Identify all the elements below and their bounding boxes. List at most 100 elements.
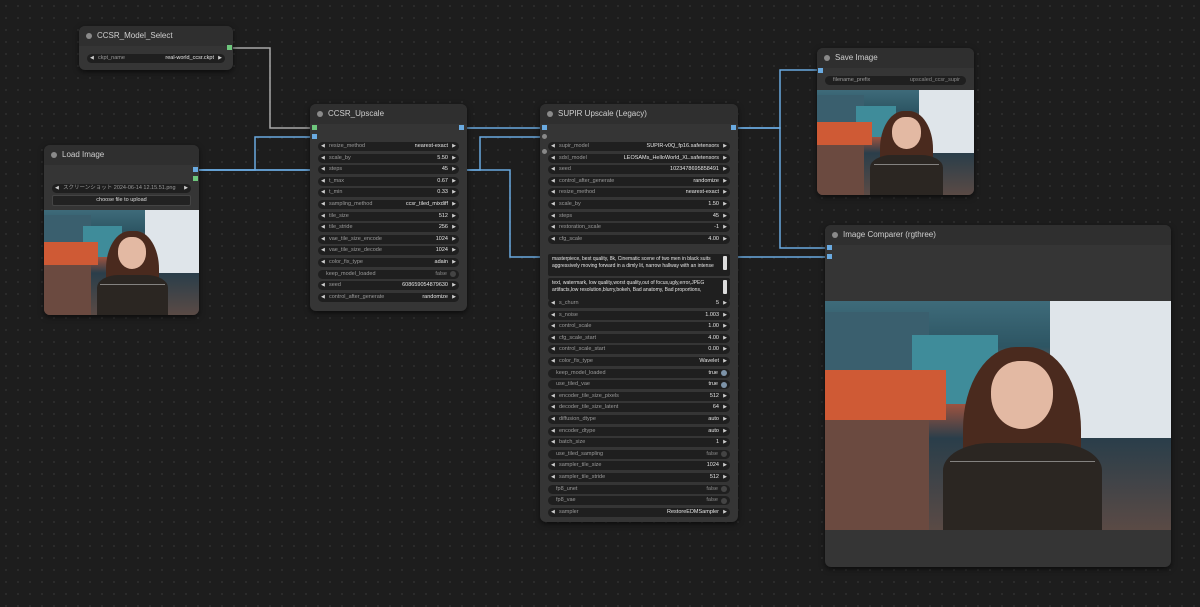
widget-image-file[interactable]: ◀ スクリーンショット 2024-06-14 12.15.51.png ▶ (52, 184, 191, 193)
arrow-right-icon[interactable]: ▶ (452, 235, 456, 244)
arrow-left-icon[interactable]: ◀ (321, 177, 325, 186)
widget-batch-size[interactable]: ◀ batch_size 1 ▶ (548, 438, 730, 448)
arrow-left-icon[interactable]: ◀ (321, 142, 325, 151)
toggle-knob-icon[interactable] (450, 271, 456, 278)
arrow-left-icon[interactable]: ◀ (55, 184, 59, 193)
arrow-left-icon[interactable]: ◀ (551, 177, 555, 186)
widget-vae-tile-size-decode[interactable]: ◀ vae_tile_size_decode 1024 ▶ (318, 246, 459, 256)
widget-control-scale[interactable]: ◀ control_scale 1.00 ▶ (548, 322, 730, 332)
node-title[interactable]: Image Comparer (rgthree) (825, 225, 1171, 245)
arrow-left-icon[interactable]: ◀ (551, 299, 555, 308)
arrow-right-icon[interactable]: ▶ (723, 345, 727, 354)
arrow-right-icon[interactable]: ▶ (723, 165, 727, 174)
arrow-left-icon[interactable]: ◀ (551, 415, 555, 424)
arrow-left-icon[interactable]: ◀ (551, 200, 555, 209)
widget-sampling-method[interactable]: ◀ sampling_method ccsr_tiled_mixdiff ▶ (318, 200, 459, 209)
widget-sampler-tile-size[interactable]: ◀ sampler_tile_size 1024 ▶ (548, 461, 730, 471)
arrow-left-icon[interactable]: ◀ (321, 200, 325, 209)
node-title[interactable]: CCSR_Upscale (310, 104, 467, 124)
widget-sdxl-model[interactable]: ◀ sdxl_model LEOSAMs_HelloWorld_XL.safeten… (548, 153, 730, 163)
arrow-right-icon[interactable]: ▶ (452, 188, 456, 197)
arrow-right-icon[interactable]: ▶ (723, 188, 727, 197)
widget-resize-method[interactable]: ◀ resize_method nearest-exact ▶ (548, 188, 730, 198)
widget-vae-tile-size-encode[interactable]: ◀ vae_tile_size_encode 1024 ▶ (318, 234, 459, 244)
arrow-right-icon[interactable]: ▶ (723, 427, 727, 436)
node-supir-upscale[interactable]: SUPIR Upscale (Legacy) ◀ supir_model SUPIR… (540, 104, 738, 522)
negative-prompt-textbox[interactable]: text, watermark, low quality,worst quali… (548, 278, 730, 300)
arrow-right-icon[interactable]: ▶ (452, 154, 456, 163)
arrow-right-icon[interactable]: ▶ (723, 223, 727, 232)
arrow-left-icon[interactable]: ◀ (551, 461, 555, 470)
arrow-right-icon[interactable]: ▶ (452, 246, 456, 255)
widget-keep-model-loaded[interactable]: keep_model_loaded true (548, 368, 730, 378)
arrow-left-icon[interactable]: ◀ (551, 345, 555, 354)
input-slot-image[interactable] (542, 125, 547, 130)
arrow-left-icon[interactable]: ◀ (321, 235, 325, 244)
widget-cfg-scale-start[interactable]: ◀ cfg_scale_start 4.00 ▶ (548, 333, 730, 343)
widget-sampler[interactable]: ◀ sampler RestoreEDMSampler ▶ (548, 507, 730, 517)
widget-steps[interactable]: ◀ steps 45 ▶ (548, 211, 730, 221)
arrow-right-icon[interactable]: ▶ (723, 473, 727, 482)
scrollbar[interactable] (723, 256, 727, 270)
input-slot-image-b[interactable] (827, 254, 832, 259)
widget-s-churn[interactable]: ◀ s_churn 5 ▶ (548, 299, 730, 308)
toggle-knob-icon[interactable] (721, 381, 727, 388)
node-load-image[interactable]: Load Image ◀ スクリーンショット 2024-06-14 12.15.… (44, 145, 199, 315)
arrow-right-icon[interactable]: ▶ (218, 54, 222, 63)
arrow-left-icon[interactable]: ◀ (551, 188, 555, 197)
widget-supir-model[interactable]: ◀ supir_model SUPIR-v0Q_fp16.safetensors ▶ (548, 142, 730, 151)
widget-resize-method[interactable]: ◀ resize_method nearest-exact ▶ (318, 142, 459, 151)
widget-encoder-dtype[interactable]: ◀ encoder_dtype auto ▶ (548, 426, 730, 436)
arrow-left-icon[interactable]: ◀ (321, 281, 325, 290)
arrow-left-icon[interactable]: ◀ (551, 311, 555, 320)
arrow-right-icon[interactable]: ▶ (452, 293, 456, 302)
widget-fp8-vae[interactable]: fp8_vae false (548, 496, 730, 506)
arrow-right-icon[interactable]: ▶ (723, 403, 727, 412)
widget-scale-by[interactable]: ◀ scale_by 5.50 ▶ (318, 153, 459, 163)
output-slot-upscaled-image[interactable] (459, 125, 464, 130)
output-slot-upscaled-image[interactable] (731, 125, 736, 130)
arrow-left-icon[interactable]: ◀ (551, 235, 555, 244)
arrow-left-icon[interactable]: ◀ (321, 258, 325, 267)
arrow-right-icon[interactable]: ▶ (452, 223, 456, 232)
widget-seed[interactable]: ◀ seed 1023478695858491 ▶ (548, 165, 730, 175)
arrow-right-icon[interactable]: ▶ (452, 177, 456, 186)
arrow-right-icon[interactable]: ▶ (723, 235, 727, 244)
collapse-dot-icon[interactable] (547, 111, 553, 117)
arrow-left-icon[interactable]: ◀ (321, 246, 325, 255)
arrow-right-icon[interactable]: ▶ (452, 212, 456, 221)
output-slot-mask[interactable] (193, 176, 198, 181)
arrow-right-icon[interactable]: ▶ (723, 438, 727, 447)
widget-diffusion-dtype[interactable]: ◀ diffusion_dtype auto ▶ (548, 415, 730, 424)
collapse-dot-icon[interactable] (832, 232, 838, 238)
arrow-right-icon[interactable]: ▶ (723, 311, 727, 320)
arrow-right-icon[interactable]: ▶ (452, 258, 456, 267)
arrow-left-icon[interactable]: ◀ (551, 427, 555, 436)
widget-filename-prefix[interactable]: filename_prefix upscaled_ccsr_supir (825, 76, 966, 85)
toggle-knob-icon[interactable] (721, 370, 727, 377)
widget-t-min[interactable]: ◀ t_min 0.33 ▶ (318, 188, 459, 198)
arrow-right-icon[interactable]: ▶ (723, 177, 727, 186)
arrow-right-icon[interactable]: ▶ (452, 281, 456, 290)
arrow-left-icon[interactable]: ◀ (551, 223, 555, 232)
node-title[interactable]: SUPIR Upscale (Legacy) (540, 104, 738, 124)
arrow-right-icon[interactable]: ▶ (723, 299, 727, 308)
toggle-knob-icon[interactable] (721, 497, 727, 504)
arrow-right-icon[interactable]: ▶ (723, 508, 727, 517)
arrow-left-icon[interactable]: ◀ (321, 223, 325, 232)
widget-cfg-scale[interactable]: ◀ cfg_scale 4.00 ▶ (548, 234, 730, 244)
arrow-right-icon[interactable]: ▶ (452, 200, 456, 209)
widget-restoration-scale[interactable]: ◀ restoration_scale -1 ▶ (548, 223, 730, 233)
widget-tile-size[interactable]: ◀ tile_size 512 ▶ (318, 211, 459, 221)
widget-color-fix-type[interactable]: ◀ color_fix_type adain ▶ (318, 258, 459, 267)
input-slot-model[interactable] (312, 125, 317, 130)
output-slot-model[interactable] (227, 45, 232, 50)
arrow-right-icon[interactable]: ▶ (723, 154, 727, 163)
arrow-right-icon[interactable]: ▶ (723, 200, 727, 209)
arrow-left-icon[interactable]: ◀ (551, 334, 555, 343)
arrow-left-icon[interactable]: ◀ (551, 403, 555, 412)
arrow-left-icon[interactable]: ◀ (321, 188, 325, 197)
arrow-left-icon[interactable]: ◀ (551, 212, 555, 221)
arrow-left-icon[interactable]: ◀ (90, 54, 94, 63)
input-slot-image-a[interactable] (827, 245, 832, 250)
